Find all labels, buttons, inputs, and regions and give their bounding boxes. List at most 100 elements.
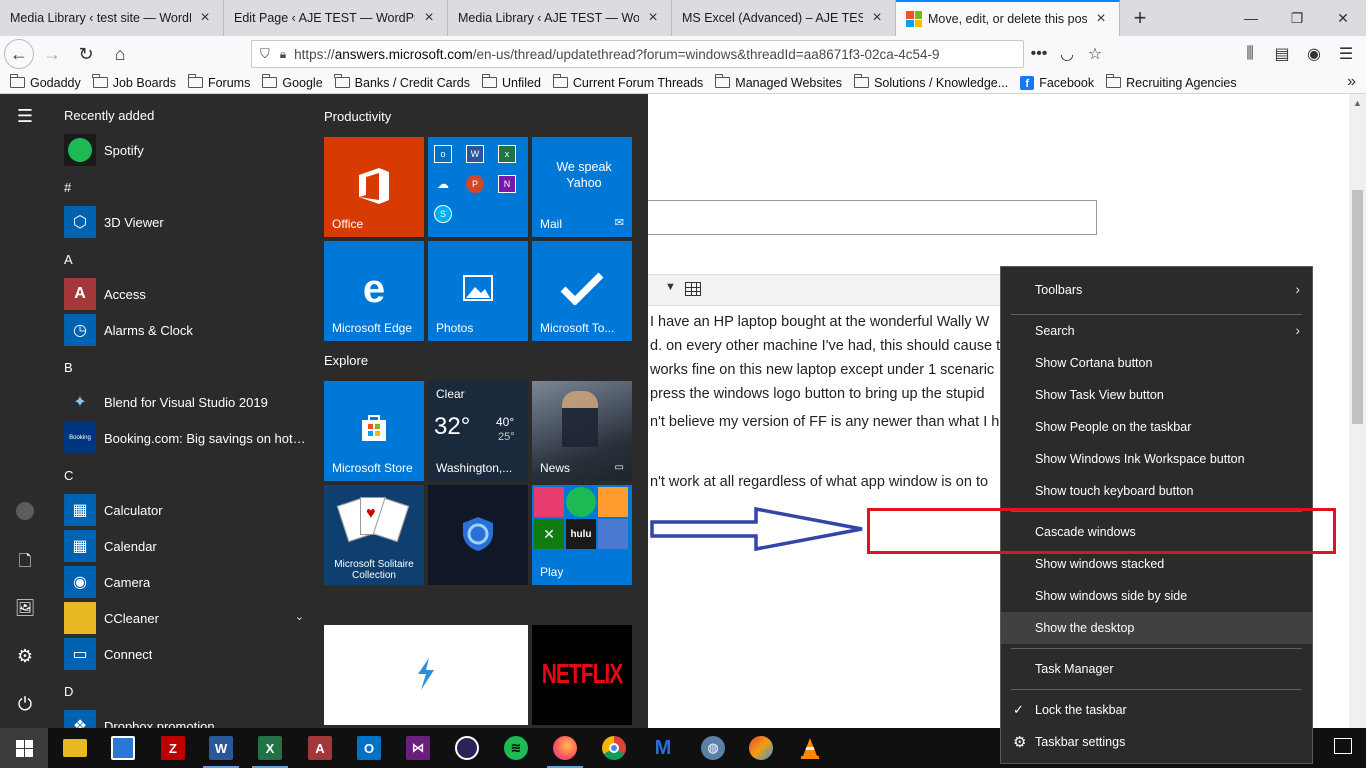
- more-actions-icon[interactable]: •••: [1025, 45, 1053, 63]
- documents-icon[interactable]: 🗋︎: [0, 550, 50, 577]
- menu-item-show-people[interactable]: Show People on the taskbar: [1001, 411, 1312, 443]
- menu-item-show-touch-keyboard[interactable]: Show touch keyboard button: [1001, 475, 1312, 507]
- bookmark-godaddy[interactable]: Godaddy: [9, 74, 81, 90]
- letter-header-b[interactable]: B: [64, 360, 73, 375]
- taskbar-network-app[interactable]: ◍: [689, 728, 737, 768]
- home-button[interactable]: ⌂: [104, 38, 136, 70]
- taskbar-filezilla[interactable]: Z: [149, 728, 197, 768]
- menu-item-search[interactable]: Search ›: [1001, 315, 1312, 347]
- bookmark-solutions[interactable]: Solutions / Knowledge...: [853, 74, 1008, 90]
- menu-item-show-ink-workspace[interactable]: Show Windows Ink Workspace button: [1001, 443, 1312, 475]
- app-access[interactable]: A Access: [64, 278, 310, 310]
- restore-icon[interactable]: ❐: [1274, 0, 1320, 36]
- taskbar-malwarebytes[interactable]: M: [639, 728, 687, 768]
- close-icon[interactable]: ×: [645, 9, 661, 27]
- forward-button[interactable]: →: [36, 38, 68, 70]
- close-window-icon[interactable]: ✕: [1320, 0, 1366, 36]
- menu-item-lock-taskbar[interactable]: ✓ Lock the taskbar: [1001, 694, 1312, 726]
- library-icon[interactable]: ⫼: [1234, 45, 1266, 63]
- taskbar-visual-studio[interactable]: ⋈: [394, 728, 442, 768]
- taskbar-access[interactable]: A: [296, 728, 344, 768]
- taskbar-news-app[interactable]: [99, 728, 147, 768]
- tile-microsoft-store[interactable]: Microsoft Store: [324, 381, 424, 481]
- scrollbar-thumb[interactable]: [1352, 190, 1363, 424]
- app-camera[interactable]: ◉ Camera: [64, 566, 310, 598]
- power-icon[interactable]: ⏻: [0, 694, 50, 715]
- tile-weather[interactable]: Clear 32° 40° 25° Washington,...: [428, 381, 528, 481]
- menu-item-show-desktop[interactable]: Show the desktop: [1001, 612, 1312, 644]
- menu-item-toolbars[interactable]: Toolbars ›: [1001, 274, 1312, 306]
- table-icon[interactable]: [685, 282, 701, 296]
- hamburger-menu-icon[interactable]: ☰: [0, 106, 50, 127]
- bookmark-managed-websites[interactable]: Managed Websites: [714, 74, 842, 90]
- taskbar-spotify[interactable]: ≋: [492, 728, 540, 768]
- tab-move-edit-delete[interactable]: Move, edit, or delete this post ×: [896, 0, 1120, 36]
- tile-play[interactable]: ✕ hulu Play: [532, 485, 632, 585]
- app-3d-viewer[interactable]: ⬡ 3D Viewer: [64, 206, 310, 238]
- close-icon[interactable]: ×: [197, 9, 213, 27]
- chevron-right-double-icon[interactable]: »: [1347, 73, 1356, 91]
- bookmark-job-boards[interactable]: Job Boards: [92, 74, 176, 90]
- new-tab-button[interactable]: +: [1120, 0, 1160, 36]
- tab-media-library-aje[interactable]: Media Library ‹ AJE TEST — WordPr ×: [448, 0, 672, 36]
- menu-item-taskbar-settings[interactable]: ⚙ Taskbar settings: [1001, 726, 1312, 758]
- chevron-down-icon[interactable]: ▼: [665, 281, 676, 293]
- notifications-icon[interactable]: [1334, 738, 1352, 754]
- pictures-icon[interactable]: 🖼︎: [0, 598, 50, 618]
- tile-office-apps-folder[interactable]: o W x ☁ P N S: [428, 137, 528, 237]
- tile-vpn-app[interactable]: [428, 485, 528, 585]
- bookmark-google[interactable]: Google: [262, 74, 323, 90]
- group-explore[interactable]: Explore: [324, 353, 368, 368]
- taskbar-paint-app[interactable]: [737, 728, 785, 768]
- taskbar-word[interactable]: W: [197, 728, 245, 768]
- group-productivity[interactable]: Productivity: [324, 109, 391, 124]
- letter-header-a[interactable]: A: [64, 252, 73, 267]
- menu-item-show-cortana[interactable]: Show Cortana button: [1001, 347, 1312, 379]
- close-icon[interactable]: ×: [421, 9, 437, 27]
- tile-office[interactable]: Office: [324, 137, 424, 237]
- app-calendar[interactable]: ▦ Calendar: [64, 530, 310, 562]
- tab-media-library-test[interactable]: Media Library ‹ test site — WordPre ×: [0, 0, 224, 36]
- letter-header-c[interactable]: C: [64, 468, 73, 483]
- bookmark-banks[interactable]: Banks / Credit Cards: [334, 74, 470, 90]
- minimize-icon[interactable]: —: [1228, 0, 1274, 36]
- tile-microsoft-edge[interactable]: e Microsoft Edge: [324, 241, 424, 341]
- letter-header-d[interactable]: D: [64, 684, 73, 699]
- app-alarms-clock[interactable]: ◷ Alarms & Clock: [64, 314, 310, 346]
- tile-solitaire[interactable]: ♥ Microsoft Solitaire Collection: [324, 485, 424, 585]
- taskbar-excel[interactable]: X: [246, 728, 294, 768]
- close-icon[interactable]: ×: [869, 9, 885, 27]
- page-scrollbar[interactable]: ▲: [1349, 94, 1366, 728]
- settings-gear-icon[interactable]: ⚙: [0, 646, 50, 667]
- url-bar[interactable]: ⛉ 🔒︎ https://answers.microsoft.com/en-us…: [251, 40, 1024, 68]
- bookmark-star-icon[interactable]: ☆: [1081, 44, 1109, 64]
- tile-news[interactable]: News ▭: [532, 381, 632, 481]
- taskbar-vlc[interactable]: [786, 728, 834, 768]
- lock-icon[interactable]: 🔒︎: [280, 47, 286, 62]
- bookmark-unfiled[interactable]: Unfiled: [481, 74, 541, 90]
- scroll-up-icon[interactable]: ▲: [1353, 98, 1362, 108]
- close-icon[interactable]: ×: [1093, 10, 1109, 28]
- menu-item-task-manager[interactable]: Task Manager: [1001, 653, 1312, 685]
- tab-ms-excel[interactable]: MS Excel (Advanced) – AJE TEST ×: [672, 0, 896, 36]
- taskbar-chrome[interactable]: [590, 728, 638, 768]
- menu-icon[interactable]: ☰: [1330, 44, 1362, 64]
- letter-header-hash[interactable]: #: [64, 180, 71, 195]
- app-spotify[interactable]: Spotify: [64, 134, 310, 166]
- back-button[interactable]: ←: [4, 39, 34, 69]
- app-blend[interactable]: ✦ Blend for Visual Studio 2019: [64, 386, 310, 418]
- account-icon[interactable]: ◉: [1298, 44, 1330, 64]
- app-booking[interactable]: Booking Booking.com: Big savings on hote…: [64, 422, 310, 454]
- menu-item-show-task-view[interactable]: Show Task View button: [1001, 379, 1312, 411]
- tile-mail[interactable]: We speak Yahoo Mail ✉: [532, 137, 632, 237]
- menu-item-windows-side-by-side[interactable]: Show windows side by side: [1001, 580, 1312, 612]
- tile-photos[interactable]: Photos: [428, 241, 528, 341]
- taskbar-firefox[interactable]: [541, 728, 589, 768]
- shield-icon[interactable]: ⛉: [260, 46, 270, 62]
- pocket-icon[interactable]: ◡: [1053, 44, 1081, 64]
- start-button[interactable]: [0, 728, 48, 768]
- chevron-down-icon[interactable]: ⌄: [295, 610, 304, 623]
- bookmark-recruiting-agencies[interactable]: Recruiting Agencies: [1105, 74, 1237, 90]
- bookmark-facebook[interactable]: f Facebook: [1020, 75, 1094, 90]
- sidebar-icon[interactable]: ▤: [1266, 44, 1298, 64]
